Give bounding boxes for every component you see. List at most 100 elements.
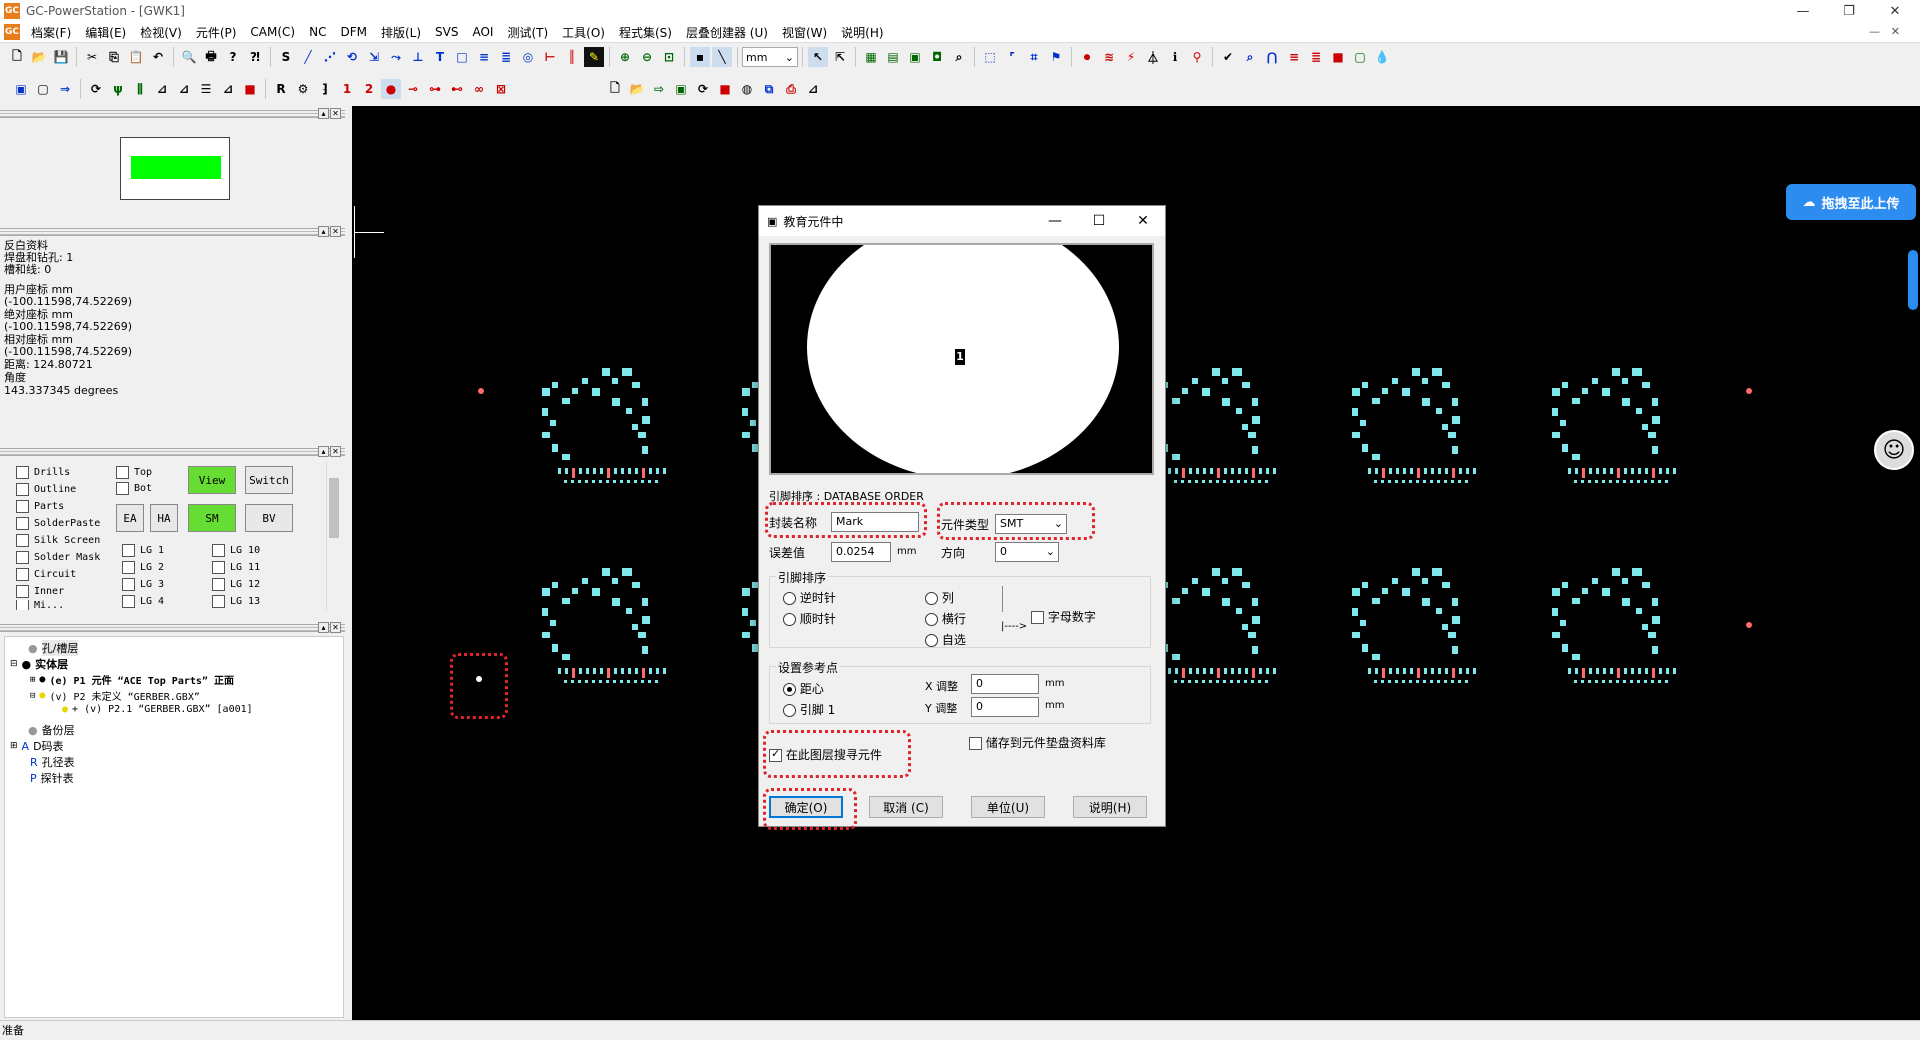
lg-2[interactable]: LG 2: [122, 561, 164, 574]
tree-p1[interactable]: ⊞ ● (e) P1 元件 “ACE Top Parts” 正面: [30, 672, 234, 687]
side-top[interactable]: Top: [116, 466, 152, 479]
magnet-icon[interactable]: ⋂: [1262, 47, 1282, 67]
num1-icon[interactable]: 1: [337, 79, 357, 99]
layer-solderpaste[interactable]: SolderPaste: [16, 517, 100, 530]
frame-gray-icon[interactable]: ▢: [33, 79, 53, 99]
refresh-icon[interactable]: ⟳: [86, 79, 106, 99]
cw-radio[interactable]: 顺时针: [783, 610, 836, 627]
lg-4[interactable]: LG 4: [122, 595, 164, 608]
panel-collapse-icon[interactable]: ▴: [318, 446, 329, 457]
pad-line-icon[interactable]: ⊸: [403, 79, 423, 99]
ccw-radio[interactable]: 逆时针: [783, 589, 836, 606]
menu-parts[interactable]: 元件(P): [189, 24, 244, 41]
lg-11[interactable]: LG 11: [212, 561, 260, 574]
checkbox[interactable]: [16, 534, 29, 547]
filter-icon[interactable]: ⏃: [1143, 47, 1163, 67]
expand-icon[interactable]: ⊞: [30, 675, 35, 685]
tree-p2[interactable]: ⊟ ● (v) P2 未定义 “GERBER.GBX”: [30, 688, 200, 703]
menu-tools[interactable]: 工具(O): [555, 24, 612, 41]
checkbox[interactable]: [16, 568, 29, 581]
stack-icon[interactable]: ≡: [474, 47, 494, 67]
trim-icon[interactable]: ⤳: [386, 47, 406, 67]
export-icon[interactable]: ⇒: [55, 79, 75, 99]
ipc-icon[interactable]: ℹ: [1165, 47, 1185, 67]
checkbox[interactable]: [16, 517, 29, 530]
canvas-scroll-thumb[interactable]: [1908, 250, 1918, 310]
checkbox[interactable]: [969, 737, 982, 750]
cancel-button[interactable]: 取消 (C): [869, 796, 943, 818]
folder-open-icon[interactable]: 📂: [627, 79, 647, 99]
side-bot[interactable]: Bot: [116, 482, 152, 495]
snap-s-icon[interactable]: S: [276, 47, 296, 67]
auto-radio[interactable]: 自选: [925, 631, 966, 648]
help-icon[interactable]: ?: [223, 47, 243, 67]
highlight-icon[interactable]: ✎: [584, 47, 604, 67]
wand-icon[interactable]: ⚡: [1121, 47, 1141, 67]
tree-holes-layer[interactable]: ● 孔/槽层: [28, 640, 79, 656]
dialog-maximize-icon[interactable]: ☐: [1077, 206, 1121, 236]
context-help-icon[interactable]: ⁈: [245, 47, 265, 67]
stack-red-icon[interactable]: ≡: [1284, 47, 1304, 67]
green-box-icon[interactable]: ▣: [671, 79, 691, 99]
tree-probe-table[interactable]: P 探针表: [30, 770, 74, 786]
unit-button[interactable]: 单位(U): [971, 796, 1045, 818]
lg-12[interactable]: LG 12: [212, 578, 260, 591]
tree-hole-table[interactable]: R 孔径表: [30, 754, 75, 770]
collapse-icon[interactable]: ⊟: [30, 691, 35, 701]
radio[interactable]: [783, 592, 796, 605]
column-radio[interactable]: 列: [925, 589, 954, 606]
text-icon[interactable]: T: [430, 47, 450, 67]
tree-backup-layer[interactable]: ● 备份层: [28, 722, 75, 738]
switch-button[interactable]: Switch: [245, 466, 293, 494]
align-icon[interactable]: ⫼: [130, 79, 150, 99]
menu-window[interactable]: 视窗(W): [775, 24, 834, 41]
help-button[interactable]: 说明(H): [1073, 796, 1147, 818]
checkbox[interactable]: [16, 466, 29, 479]
stop-icon[interactable]: ■: [1328, 47, 1348, 67]
num2-icon[interactable]: 2: [359, 79, 379, 99]
menu-view[interactable]: 检视(V): [133, 24, 189, 41]
unit-dropdown[interactable]: mm ⌄: [742, 47, 798, 67]
open-folder-icon[interactable]: 📂: [29, 47, 49, 67]
x-adjust-input[interactable]: 0: [971, 674, 1039, 694]
measure-icon[interactable]: ⊥: [408, 47, 428, 67]
checkbox[interactable]: [122, 561, 135, 574]
pin1-radio[interactable]: 引脚 1: [783, 701, 835, 718]
grid-icon[interactable]: ▦: [861, 47, 881, 67]
zoom-in-icon[interactable]: ⊕: [615, 47, 635, 67]
save-pad-library-checkbox[interactable]: 储存到元件垫盘资料库: [969, 734, 1106, 751]
radio[interactable]: [783, 683, 796, 696]
layer-mixed[interactable]: Mi...: [16, 600, 64, 610]
upload-drop-button[interactable]: ☁ 拖拽至此上传: [1786, 184, 1916, 220]
dialog-minimize-icon[interactable]: —: [1033, 206, 1077, 236]
checkbox[interactable]: [122, 595, 135, 608]
tree-icon[interactable]: ψ: [108, 79, 128, 99]
list-icon[interactable]: ☰: [196, 79, 216, 99]
checkbox[interactable]: [212, 561, 225, 574]
ha-button[interactable]: HA: [150, 504, 178, 532]
checkbox[interactable]: [16, 585, 29, 598]
print-preview-icon[interactable]: 🔍: [179, 47, 199, 67]
expand-icon[interactable]: ⊞: [10, 741, 18, 751]
report-icon[interactable]: ⎙: [781, 79, 801, 99]
checkbox[interactable]: [122, 544, 135, 557]
lg-10[interactable]: LG 10: [212, 544, 260, 557]
layer-parts[interactable]: Parts: [16, 500, 64, 513]
panel-close-icon[interactable]: ✕: [330, 226, 341, 237]
frame-select-icon[interactable]: ▣: [11, 79, 31, 99]
reload-icon[interactable]: ⟳: [693, 79, 713, 99]
panel-close-icon[interactable]: ✕: [330, 622, 341, 633]
alphanumeric-checkbox[interactable]: 字母数字: [1031, 608, 1096, 625]
pointer-icon[interactable]: ↖: [808, 47, 828, 67]
dialog-close-icon[interactable]: ✕: [1121, 206, 1165, 236]
barcode-icon[interactable]: ║: [562, 47, 582, 67]
checkbox[interactable]: [16, 551, 29, 564]
menu-aoi[interactable]: AOI: [465, 25, 500, 39]
draw-line-icon[interactable]: ╱: [298, 47, 318, 67]
target-icon[interactable]: ◎: [518, 47, 538, 67]
tolerance-input[interactable]: 0.0254: [831, 542, 891, 562]
select-mode-icon[interactable]: ▪: [690, 47, 710, 67]
move-icon[interactable]: ⇲: [364, 47, 384, 67]
multi-select-icon[interactable]: ⇱: [830, 47, 850, 67]
layer-inner[interactable]: Inner: [16, 585, 64, 598]
